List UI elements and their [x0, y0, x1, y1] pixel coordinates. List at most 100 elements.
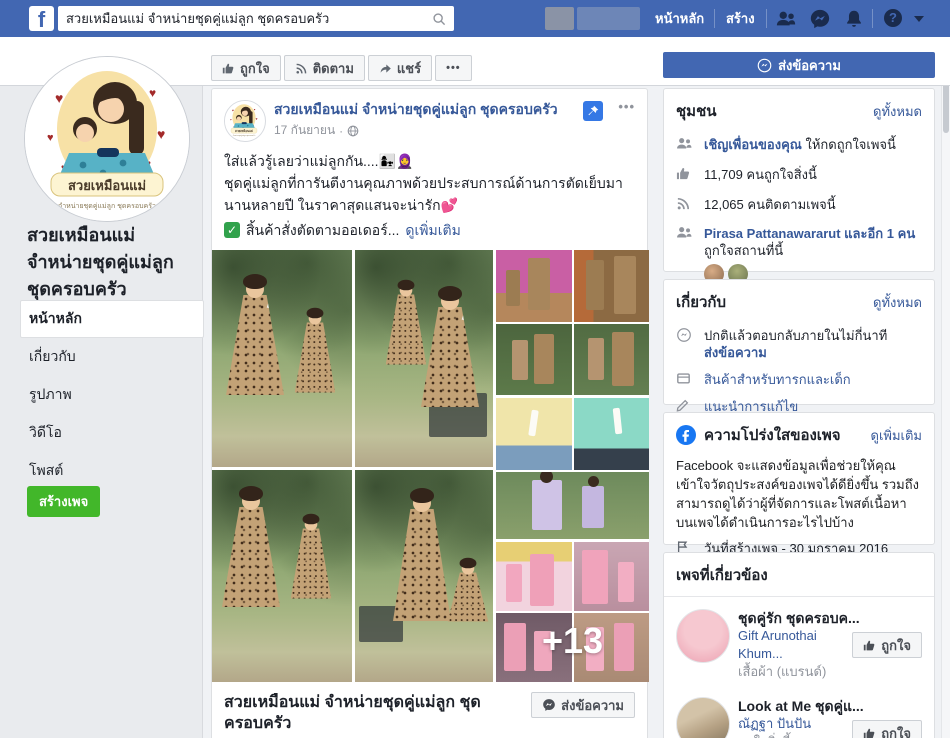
facebook-page: ♥ ♥ ♥ ♥ ♥ ♥ สวยเหมือนแม่ จำหน่ายชุดค	[0, 0, 950, 738]
invite-friends-icon	[676, 136, 694, 152]
follow-button[interactable]: ติดตาม	[284, 55, 365, 81]
community-card: ชุมชน ดูทั้งหมด เชิญเพื่อนของคุณ ให้กดถู…	[663, 88, 935, 272]
send-message-button-post[interactable]: ส่งข้อความ	[531, 692, 635, 718]
related-like-label: ถูกใจ	[881, 723, 911, 738]
post-photo-5[interactable]	[496, 250, 649, 395]
related-pages-header: เพจที่เกี่ยวข้อง	[676, 563, 768, 587]
page-title-line: สวยเหมือนแม่	[27, 222, 207, 249]
related-page-avatar[interactable]	[676, 697, 730, 738]
more-dots-icon: •••	[446, 62, 461, 74]
related-like-button[interactable]: ถูกใจ	[852, 720, 922, 738]
see-more-link[interactable]: ดูเพิ่มเติม	[405, 219, 460, 241]
post-text-line1: ใส่แล้วรู้เลยว่าแม่ลูกกัน....👩‍👧🧕	[224, 150, 635, 172]
response-messenger-icon	[676, 327, 694, 343]
related-page-avatar[interactable]	[676, 609, 730, 663]
sidebar-item-home[interactable]: หน้าหลัก	[20, 300, 204, 338]
post-text-order: สิ้นค้าสั่งตัดตามออเดอร์...	[246, 219, 399, 241]
related-page-title-link[interactable]: Look at Me ชุดคู่แ...	[738, 697, 844, 715]
share-arrow-icon	[379, 62, 392, 75]
like-thumb-icon	[863, 639, 876, 652]
community-header: ชุมชน	[676, 99, 717, 123]
related-pages-card: เพจที่เกี่ยวข้อง ชุดคู่รัก ชุดครอบค... G…	[663, 552, 935, 738]
related-page-subtitle-link[interactable]: Gift Arunothai Khum...	[738, 628, 817, 661]
related-page-text: Look at Me ชุดคู่แ... ณัฏฐา ปันปัน ถูกใจ…	[738, 697, 844, 738]
related-like-button[interactable]: ถูกใจ	[852, 632, 922, 658]
followers-count: 12,065 คนติดตามเพจนี้	[704, 196, 836, 213]
likes-count: 11,709 คนถูกใจสิ่งนี้	[704, 166, 817, 183]
sidebar-item-videos[interactable]: วิดีโอ	[20, 414, 204, 452]
messenger-glyph-icon	[542, 698, 556, 712]
post-text-line3: ✓ สิ้นค้าสั่งตัดตามออเดอร์... ดูเพิ่มเติ…	[224, 219, 635, 241]
notifications-icon[interactable]	[843, 8, 865, 30]
post-photo-2[interactable]	[355, 250, 493, 467]
invite-text: เชิญเพื่อนของคุณ ให้กดถูกใจเพจนี้	[704, 136, 896, 153]
about-card: เกี่ยวกับ ดูทั้งหมด ปกติแล้วตอบกลับภายใน…	[663, 279, 935, 405]
post-footer: สวยเหมือนแม่ จำหน่ายชุดคู่แม่ลูก ชุดครอบ…	[212, 682, 647, 738]
related-page-item: Look at Me ชุดคู่แ... ณัฏฐา ปันปัน ถูกใจ…	[676, 697, 922, 738]
place-likes-link[interactable]: Pirasa Pattanawararut และอีก 1 คน	[704, 226, 915, 241]
place-likes-text: Pirasa Pattanawararut และอีก 1 คน ถูกใจส…	[704, 225, 915, 284]
search-box	[58, 6, 454, 31]
search-input[interactable]	[66, 11, 432, 26]
place-likes-icon	[676, 225, 694, 241]
related-like-label: ถูกใจ	[881, 635, 911, 656]
follow-label: ติดตาม	[313, 58, 354, 79]
send-message-post-label: ส่งข้อความ	[561, 695, 624, 716]
about-send-message-link[interactable]: ส่งข้อความ	[704, 344, 887, 361]
more-actions-button[interactable]: •••	[435, 55, 472, 81]
like-page-button[interactable]: ถูกใจ	[211, 55, 281, 81]
related-page-item: ชุดคู่รัก ชุดครอบค... Gift Arunothai Khu…	[676, 609, 922, 681]
account-caret-icon[interactable]	[914, 16, 924, 22]
page-action-bar: ถูกใจ ติดตาม แชร์ •••	[211, 55, 472, 81]
send-message-button-primary[interactable]: ส่งข้อความ	[663, 52, 935, 78]
create-page-button[interactable]: สร้างเพจ	[27, 486, 100, 517]
related-page-text: ชุดคู่รัก ชุดครอบค... Gift Arunothai Khu…	[738, 609, 844, 681]
page-title-line: ชุดครอบครัว	[27, 276, 207, 303]
help-icon[interactable]: ?	[884, 9, 902, 27]
post-avatar[interactable]	[224, 100, 266, 142]
friend-requests-icon[interactable]	[775, 8, 797, 30]
messenger-outline-icon	[757, 58, 772, 73]
follow-rss-icon	[295, 62, 308, 75]
messenger-icon[interactable]	[809, 8, 831, 30]
post-footer-title-block[interactable]: สวยเหมือนแม่ จำหน่ายชุดคู่แม่ลูก ชุดครอบ…	[224, 692, 524, 738]
post-more-menu[interactable]: •••	[618, 99, 635, 114]
pinned-post-icon	[583, 101, 603, 121]
sidebar-item-about[interactable]: เกี่ยวกับ	[20, 338, 204, 376]
about-see-all-link[interactable]: ดูทั้งหมด	[873, 292, 922, 313]
facebook-logo[interactable]: f	[29, 6, 54, 31]
followers-rss-icon	[676, 196, 694, 212]
post-date[interactable]: 17 กันยายน	[274, 121, 335, 140]
page-title: สวยเหมือนแม่ จำหน่ายชุดคู่แม่ลูก ชุดครอบ…	[27, 222, 207, 303]
profile-photo-redacted[interactable]	[545, 7, 574, 30]
profile-name-redacted[interactable]	[577, 7, 640, 30]
nav-create-link[interactable]: สร้าง	[726, 0, 755, 37]
transparency-see-more-link[interactable]: ดูเพิ่มเติม	[871, 425, 922, 446]
sidebar-item-posts[interactable]: โพสต์	[20, 452, 204, 490]
about-header: เกี่ยวกับ	[676, 290, 726, 314]
post-text: ใส่แล้วรู้เลยว่าแม่ลูกกัน....👩‍👧🧕 ชุดคู่…	[212, 142, 647, 241]
invite-friends-link[interactable]: เชิญเพื่อนของคุณ	[704, 137, 802, 152]
share-button[interactable]: แชร์	[368, 55, 432, 81]
post-photo-1[interactable]	[212, 250, 352, 467]
related-page-subtitle-link[interactable]: ณัฏฐา ปันปัน	[738, 716, 811, 731]
nav-home-link[interactable]: หน้าหลัก	[655, 0, 704, 37]
post-photo-4[interactable]	[355, 470, 493, 682]
sidebar-item-photos[interactable]: รูปภาพ	[20, 376, 204, 414]
nav-separator	[766, 9, 767, 28]
post-text-line2: ชุดคู่แม่ลูกที่การันตีงานคุณภาพด้วยประสบ…	[224, 172, 635, 216]
like-thumb-icon	[863, 727, 876, 738]
place-likes-rest: ถูกใจสถานที่นี้	[704, 242, 915, 259]
post-photo-6[interactable]	[496, 398, 649, 539]
send-message-label: ส่งข้อความ	[778, 55, 841, 76]
page-profile-picture[interactable]	[24, 56, 190, 222]
post-photo-3[interactable]	[212, 470, 352, 682]
related-page-title-link[interactable]: ชุดคู่รัก ชุดครอบค...	[738, 609, 844, 627]
search-icon	[432, 12, 446, 26]
page-category-link[interactable]: สินค้าสำหรับทารกและเด็ก	[704, 371, 851, 388]
post-page-name-link[interactable]: สวยเหมือนแม่ จำหน่ายชุดคู่แม่ลูก ชุดครอบ…	[274, 100, 558, 119]
post-photo-7[interactable]: +13	[496, 542, 649, 682]
community-see-all-link[interactable]: ดูทั้งหมด	[873, 101, 922, 122]
nav-separator	[714, 9, 715, 28]
nav-separator	[872, 9, 873, 28]
